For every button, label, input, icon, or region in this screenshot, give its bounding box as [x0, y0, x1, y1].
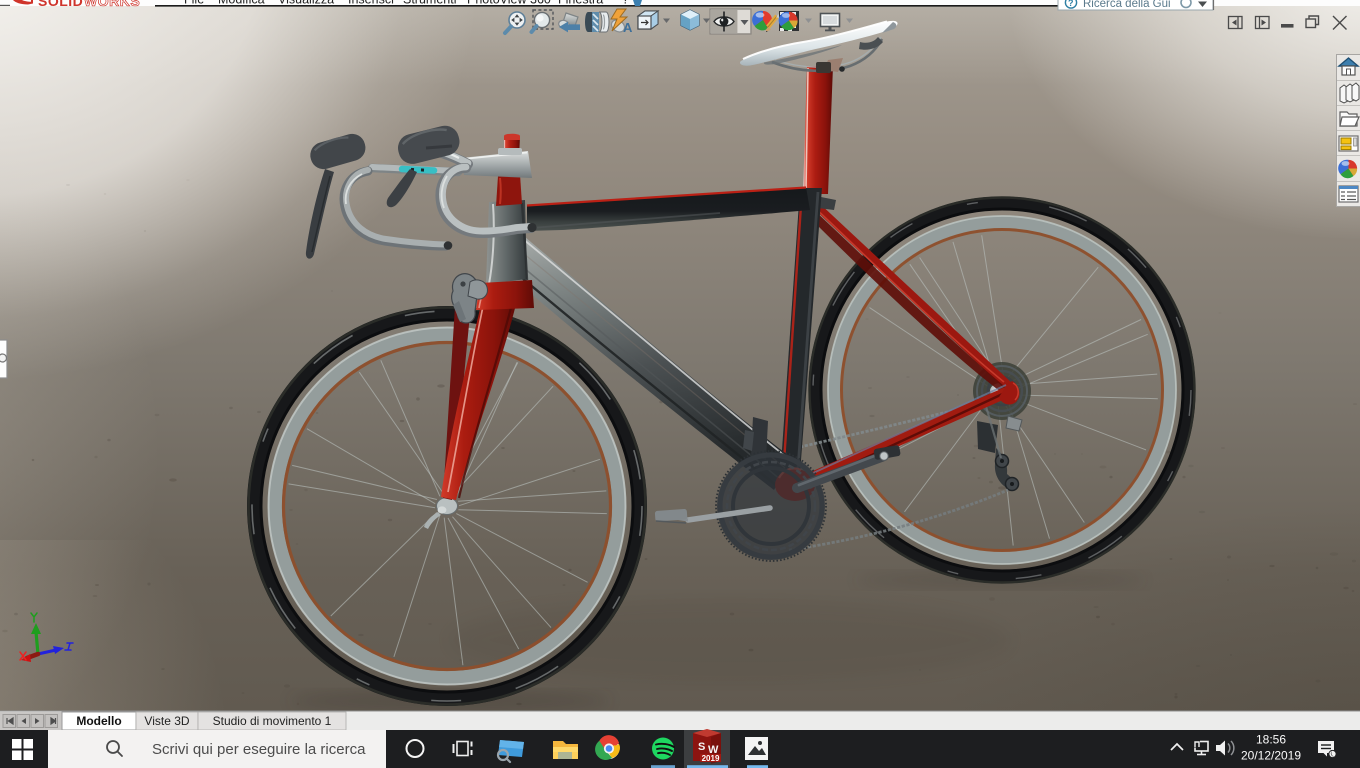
svg-text:Modello: Modello	[76, 714, 121, 728]
svg-text:Studio di movimento 1: Studio di movimento 1	[213, 714, 332, 728]
svg-text:2019: 2019	[702, 754, 720, 763]
svg-text:Scrivi qui per eseguire la ric: Scrivi qui per eseguire la ricerca	[152, 741, 366, 758]
svg-text:20/12/2019: 20/12/2019	[1241, 749, 1301, 763]
svg-text:A: A	[623, 20, 633, 35]
svg-text:Viste 3D: Viste 3D	[144, 714, 189, 728]
svg-text:S: S	[698, 741, 705, 753]
svg-text:18:56: 18:56	[1256, 733, 1286, 747]
svg-text:?: ?	[1068, 0, 1074, 8]
svg-text:Ricerca della Gui: Ricerca della Gui	[1083, 0, 1171, 10]
